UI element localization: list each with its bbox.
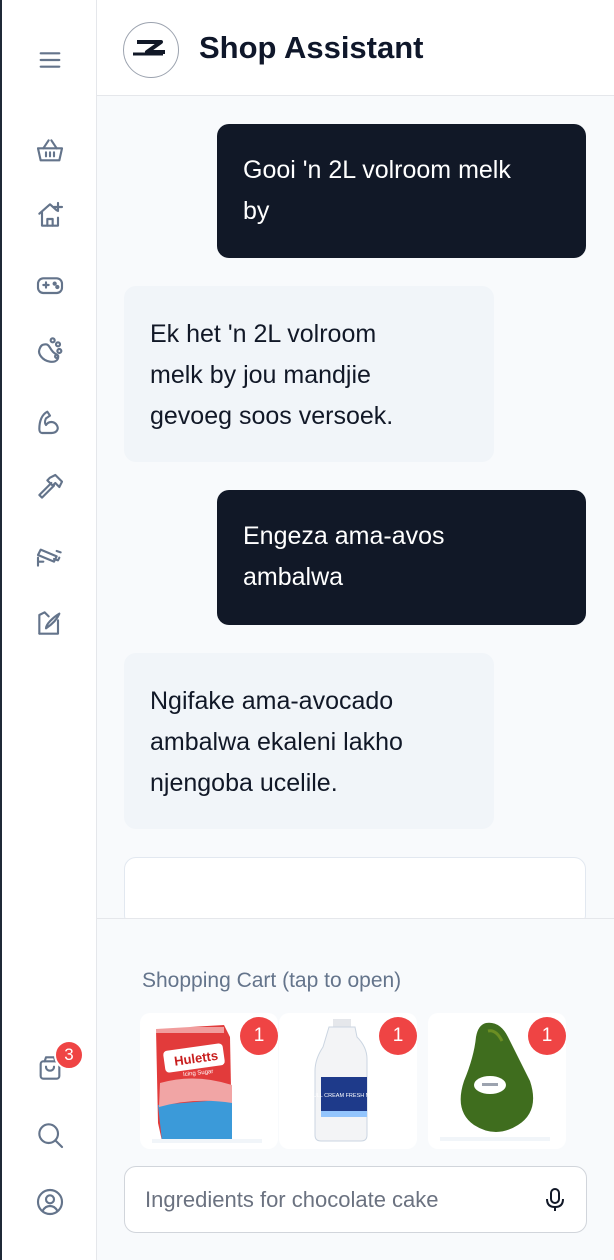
cart-item-avocado[interactable]: 1 [428,1013,566,1149]
assistant-message: Ngifake ama-avocado ambalwa ekaleni lakh… [124,653,494,829]
profile-button[interactable] [2,1178,97,1226]
brand-logo [123,22,179,78]
divider [152,1139,262,1143]
cart-title[interactable]: Shopping Cart (tap to open) [142,969,401,993]
message-line: Ek het 'n 2L volroom [150,320,377,348]
app-header: Shop Assistant [97,0,614,96]
quantity-badge: 1 [379,1017,417,1055]
user-message: Engeza ama-avos ambalwa [217,490,586,625]
page-title: Shop Assistant [199,30,424,65]
microphone-icon [546,1188,564,1211]
sidebar-item-fitness[interactable] [2,397,97,445]
sidebar-item-pets[interactable] [2,327,97,375]
sidebar-item-home[interactable] [2,191,97,239]
search-icon [37,1123,63,1149]
chat-input[interactable] [145,1183,525,1217]
message-line: ambalwa ekaleni lakho [150,728,403,756]
message-line: gevoeg soos versoek. [150,402,394,430]
chat-thread[interactable]: Gooi 'n 2L volroom melk by Ek het 'n 2L … [97,96,614,918]
message-line: melk by jou mandjie [150,361,371,389]
voice-input-button[interactable] [540,1185,570,1215]
cart-panel: Shopping Cart (tap to open) Huletts Icin… [97,918,614,1260]
sidebar: 3 [2,0,97,1260]
message-line: Engeza ama-avos [243,522,445,550]
paw-icon [37,337,62,363]
arm-muscle-icon [37,410,59,435]
sidebar-item-tools[interactable] [2,463,97,511]
assistant-message-loading [124,857,586,918]
quantity-badge: 1 [528,1017,566,1055]
sidebar-item-groceries[interactable] [2,127,97,175]
cart-button[interactable]: 3 [2,1040,97,1092]
menu-button[interactable] [2,36,97,84]
logo-mark-icon [133,40,165,56]
message-line: by [243,197,270,225]
user-message: Gooi 'n 2L volroom melk by [217,124,586,258]
message-line: Gooi 'n 2L volroom melk [243,156,511,184]
menu-icon [39,52,60,68]
cctv-icon [36,548,62,567]
sidebar-item-beauty[interactable] [2,599,97,647]
cart-item-icing-sugar[interactable]: Huletts Icing Sugar 1 [140,1013,278,1149]
sidebar-item-gaming[interactable] [2,261,97,309]
message-line: njengoba ucelile. [150,769,338,797]
chat-input-box [124,1166,587,1233]
assistant-message: Ek het 'n 2L volroom melk by jou mandjie… [124,286,494,462]
quantity-badge: 1 [240,1017,278,1055]
user-circle-icon [36,1188,63,1216]
cart-count-badge: 3 [54,1040,84,1070]
message-line: ambalwa [243,563,344,591]
cart-item-milk[interactable]: FULL CREAM FRESH MILK 1 [279,1013,417,1149]
product-label-text: FULL CREAM FRESH MILK [309,1093,379,1099]
basket-icon [36,139,63,162]
gamepad-icon [36,277,63,295]
message-line: Ngifake ama-avocado [150,687,394,715]
search-button[interactable] [2,1111,97,1159]
hammer-icon [37,473,63,499]
brush-icon [37,611,60,635]
sidebar-item-security[interactable] [2,531,97,579]
home-plus-icon [37,201,63,227]
